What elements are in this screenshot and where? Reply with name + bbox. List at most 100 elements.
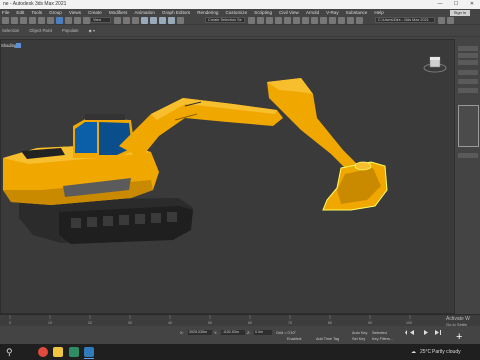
modify-panel-button[interactable] — [458, 53, 478, 58]
menu-modifiers[interactable]: Modifiers — [109, 9, 128, 16]
curve-editor-icon[interactable] — [275, 17, 282, 24]
create-panel-button[interactable] — [458, 46, 478, 51]
menu-rendering[interactable]: Rendering — [197, 9, 218, 16]
align-icon[interactable] — [257, 17, 264, 24]
menu-create[interactable]: Create — [88, 9, 102, 16]
chrome-icon[interactable] — [38, 347, 48, 357]
modifier-stack[interactable] — [458, 105, 479, 147]
ribbon-tabs: Selection Object Paint Populate ◆ ▾ — [2, 28, 95, 33]
x-coordinate-field[interactable]: 3925.035m — [188, 330, 212, 335]
layer-explorer-icon[interactable] — [266, 17, 273, 24]
close-button[interactable]: ✕ — [468, 0, 476, 9]
folder-icon[interactable] — [438, 17, 445, 24]
tab-object-paint[interactable]: Object Paint — [29, 28, 52, 33]
vray-frame-buffer-icon[interactable] — [356, 17, 363, 24]
hierarchy-panel-button[interactable] — [458, 60, 478, 65]
link-icon[interactable] — [20, 17, 27, 24]
timeline[interactable]: 0 10 20 30 40 50 60 70 80 90 100 — [0, 314, 480, 326]
3ds-max-taskbar-icon[interactable] — [84, 347, 94, 357]
render-cloud-icon[interactable] — [329, 17, 336, 24]
selected-dropdown[interactable]: Selected — [372, 331, 387, 335]
menu-file[interactable]: File — [2, 9, 9, 16]
excavator-model[interactable] — [1, 40, 456, 315]
arnold-render-icon[interactable] — [338, 17, 345, 24]
menu-vray[interactable]: V-Ray — [326, 9, 339, 16]
ribbon-divider — [0, 36, 480, 37]
reference-coordinate-dropdown[interactable]: View — [90, 17, 111, 23]
workspace-path-dropdown[interactable]: C:\Users\Dire...\3ds Max 2021 — [375, 17, 435, 23]
excavator-arm — [267, 78, 357, 174]
unlink-icon[interactable] — [29, 17, 36, 24]
redo-icon[interactable] — [11, 17, 18, 24]
grid-size-text: Grid = 0'10" — [276, 331, 296, 335]
menu-customize[interactable]: Customize — [225, 9, 247, 16]
window-crossing-icon[interactable] — [83, 17, 90, 24]
auto-key-button[interactable]: Auto Key — [352, 331, 367, 335]
modifier-option-button[interactable] — [458, 153, 478, 158]
menu-civil-view[interactable]: Civil View — [279, 9, 299, 16]
key-filters-button[interactable]: Key Filters... — [372, 337, 393, 341]
display-panel-button[interactable] — [458, 79, 478, 84]
angle-snap-icon[interactable] — [150, 17, 157, 24]
menu-graph-editors[interactable]: Graph Editors — [162, 9, 190, 16]
set-key-button[interactable]: Set Key — [352, 337, 365, 341]
vray-render-icon[interactable] — [347, 17, 354, 24]
render-setup-icon[interactable] — [302, 17, 309, 24]
move-icon[interactable] — [114, 17, 121, 24]
minimize-button[interactable]: — — [436, 0, 444, 9]
weather-icon[interactable]: ☁ — [411, 344, 416, 360]
schematic-view-icon[interactable] — [284, 17, 291, 24]
selection-filter-icon[interactable] — [47, 17, 54, 24]
photos-icon[interactable] — [69, 347, 79, 357]
utilities-panel-button[interactable] — [458, 88, 478, 93]
render-production-icon[interactable] — [320, 17, 327, 24]
playback-controls[interactable] — [405, 329, 445, 336]
select-by-name-icon[interactable] — [65, 17, 72, 24]
menu-group[interactable]: Group — [49, 9, 62, 16]
undo-icon[interactable] — [2, 17, 9, 24]
menu-help[interactable]: Help — [374, 9, 383, 16]
menu-edit[interactable]: Edit — [16, 9, 24, 16]
edit-named-selection-icon[interactable] — [177, 17, 184, 24]
status-bar: X: 3925.035m Y: -1152.53m Z: 0.0m Grid =… — [0, 326, 480, 344]
named-selection-set-dropdown[interactable]: Create Selection Se — [205, 17, 245, 23]
motion-panel-button[interactable] — [458, 70, 478, 75]
select-object-icon[interactable] — [56, 17, 63, 24]
bind-space-warp-icon[interactable] — [38, 17, 45, 24]
spinner-snap-icon[interactable] — [168, 17, 175, 24]
timeline-label: 80 — [328, 321, 332, 325]
weather-text[interactable]: Partly cloudy — [432, 344, 461, 360]
rectangular-selection-icon[interactable] — [74, 17, 81, 24]
menu-tools[interactable]: Tools — [31, 9, 42, 16]
perspective-viewport[interactable]: Shading ] — [0, 39, 455, 314]
menu-bar: File Edit Tools Group Views Create Modif… — [0, 9, 480, 16]
snaps-toggle-icon[interactable] — [141, 17, 148, 24]
y-coordinate-label: Y: — [214, 331, 218, 335]
y-coordinate-field[interactable]: -1152.53m — [221, 330, 245, 335]
ribbon-options-icon[interactable]: ◆ ▾ — [89, 28, 96, 33]
search-icon[interactable]: ⚲ — [0, 345, 28, 359]
z-coordinate-field[interactable]: 0.0m — [254, 330, 272, 335]
rotate-icon[interactable] — [123, 17, 130, 24]
tab-populate[interactable]: Populate — [62, 28, 79, 33]
add-viewport-icon[interactable]: + — [456, 331, 462, 343]
material-editor-icon[interactable] — [293, 17, 300, 24]
menu-substance[interactable]: Substance — [346, 9, 368, 16]
settings-icon[interactable] — [447, 17, 454, 24]
scale-icon[interactable] — [132, 17, 139, 24]
cab-roof — [85, 114, 125, 120]
menu-animation[interactable]: Animation — [134, 9, 154, 16]
file-explorer-icon[interactable] — [53, 347, 63, 357]
tab-selection[interactable]: Selection — [2, 28, 19, 33]
maximize-button[interactable]: ☐ — [452, 0, 460, 9]
percent-snap-icon[interactable] — [159, 17, 166, 24]
menu-views[interactable]: Views — [69, 9, 81, 16]
temperature-text[interactable]: 25°C — [420, 344, 431, 360]
mirror-icon[interactable] — [248, 17, 255, 24]
add-time-tag-button[interactable]: Add Time Tag — [316, 337, 339, 341]
app-window: ne - Autodesk 3ds Max 2021 — ☐ ✕ File Ed… — [0, 0, 480, 360]
render-frame-icon[interactable] — [311, 17, 318, 24]
timeline-label: 60 — [248, 321, 252, 325]
menu-scripting[interactable]: Scripting — [254, 9, 272, 16]
menu-arnold[interactable]: Arnold — [306, 9, 319, 16]
